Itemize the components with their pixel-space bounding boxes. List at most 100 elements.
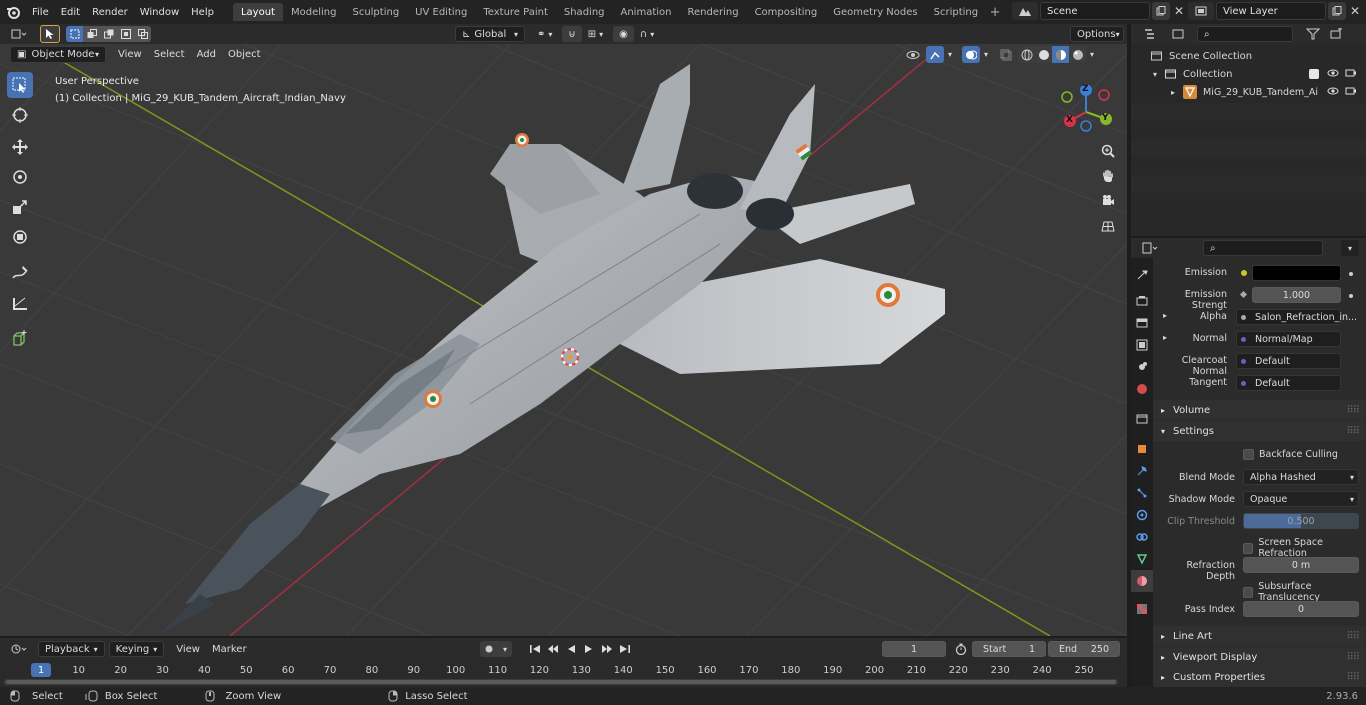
output-tab-icon[interactable] (1131, 312, 1153, 334)
scrollbar-thumb[interactable] (6, 680, 1116, 684)
clip-threshold-slider[interactable]: 0.500 (1243, 513, 1359, 529)
keying-dropdown[interactable]: Keying ▾ (108, 641, 165, 657)
display-mode-icon[interactable] (1167, 26, 1191, 42)
screen-space-refraction-checkbox[interactable]: Screen Space Refraction (1243, 537, 1366, 559)
rendered-shading-icon[interactable] (1069, 46, 1086, 63)
options-dropdown[interactable]: Options ▾ (1070, 26, 1124, 42)
data-tab-icon[interactable] (1131, 548, 1153, 570)
modifier-tab-icon[interactable] (1131, 460, 1153, 482)
render-tab-icon[interactable] (1131, 290, 1153, 312)
scene-icon[interactable] (1012, 2, 1038, 20)
jump-end-icon[interactable] (616, 641, 634, 657)
shadow-mode-dropdown[interactable]: Opaque ▾ (1243, 491, 1359, 507)
pivot-point-dropdown[interactable]: ⚭ ▾ (531, 26, 558, 42)
scale-tool[interactable] (7, 194, 33, 220)
timeline-menu-marker[interactable]: Marker (206, 641, 253, 657)
xray-toggle-icon[interactable] (996, 46, 1016, 63)
3d-viewport[interactable]: User Perspective (1) Collection | MiG_29… (0, 44, 1127, 636)
tab-sculpting[interactable]: Sculpting (344, 3, 407, 21)
keying-options-icon[interactable]: ▾ (498, 641, 512, 657)
drag-handle-icon[interactable]: ⠿⠿ (1346, 631, 1360, 642)
tab-animation[interactable]: Animation (613, 3, 680, 21)
outliner-search-input[interactable]: ⌕ (1197, 26, 1293, 42)
line-art-section-header[interactable]: ▸ Line Art ⠿⠿ (1153, 626, 1365, 646)
timeline-editor-icon[interactable] (6, 641, 32, 657)
outliner-editor-icon[interactable] (1139, 26, 1163, 42)
scene-name-field[interactable]: Scene (1040, 2, 1150, 20)
select-extend-icon[interactable] (83, 26, 100, 42)
emission-color-swatch[interactable] (1252, 265, 1341, 281)
drag-handle-icon[interactable]: ⠿⠿ (1346, 672, 1360, 683)
editor-type-icon[interactable] (6, 25, 32, 43)
pan-hand-icon[interactable] (1097, 165, 1119, 187)
tab-geometry-nodes[interactable]: Geometry Nodes (825, 3, 925, 21)
snap-target-dropdown[interactable]: ⊞ ▾ (582, 26, 609, 42)
object-tab-icon[interactable] (1131, 438, 1153, 460)
perspective-toggle-icon[interactable] (1097, 215, 1119, 237)
tab-texture-paint[interactable]: Texture Paint (475, 3, 556, 21)
menu-view[interactable]: View (112, 47, 148, 63)
camera-view-icon[interactable] (1097, 190, 1119, 212)
menu-select[interactable]: Select (148, 47, 191, 63)
menu-window[interactable]: Window (134, 2, 185, 22)
navigation-gizmo[interactable]: Z Y X (1058, 82, 1118, 142)
play-reverse-icon[interactable] (562, 641, 580, 657)
start-frame-field[interactable]: Start 1 (972, 641, 1046, 657)
tab-rendering[interactable]: Rendering (679, 3, 746, 21)
cursor-tool[interactable] (7, 102, 33, 128)
properties-search-input[interactable]: ⌕ (1203, 240, 1323, 256)
tab-scripting[interactable]: Scripting (926, 3, 986, 21)
auto-keying-icon[interactable] (480, 641, 498, 657)
blend-mode-dropdown[interactable]: Alpha Hashed ▾ (1243, 469, 1359, 485)
view-layer-icon[interactable] (1188, 2, 1214, 20)
playback-dropdown[interactable]: Playback ▾ (38, 641, 105, 657)
constraints-tab-icon[interactable] (1131, 526, 1153, 548)
object-mode-dropdown[interactable]: ▣ Object Mode ▾ (10, 46, 106, 63)
material-tab-icon[interactable] (1131, 570, 1153, 592)
timeline-menu-view[interactable]: View (170, 641, 206, 657)
new-view-layer-icon[interactable] (1328, 2, 1346, 20)
select-tool-button[interactable] (40, 25, 60, 43)
menu-help[interactable]: Help (185, 2, 220, 22)
measure-tool[interactable] (7, 290, 33, 316)
zoom-icon[interactable] (1097, 140, 1119, 162)
settings-section-header[interactable]: ▾ Settings ⠿⠿ (1153, 421, 1365, 441)
menu-edit[interactable]: Edit (55, 2, 86, 22)
visibility-icon[interactable] (900, 46, 926, 63)
volume-section-header[interactable]: ▸ Volume ⠿⠿ (1153, 400, 1365, 420)
refraction-depth-field[interactable]: 0 m (1243, 557, 1359, 573)
new-scene-icon[interactable] (1152, 2, 1170, 20)
gizmo-toggle-icon[interactable] (926, 46, 944, 63)
eye-icon[interactable] (1327, 68, 1339, 78)
eye-icon[interactable] (1327, 86, 1339, 96)
menu-add[interactable]: Add (191, 47, 222, 63)
tab-layout[interactable]: Layout (232, 3, 283, 21)
tab-uv-editing[interactable]: UV Editing (407, 3, 475, 21)
emission-strength-field[interactable]: 1.000 (1252, 287, 1341, 303)
expand-down-icon[interactable]: ▾ (1153, 70, 1165, 79)
annotate-tool[interactable] (7, 260, 33, 286)
add-workspace-icon[interactable]: + (986, 3, 1004, 21)
end-frame-field[interactable]: End 250 (1048, 641, 1120, 657)
material-preview-icon[interactable] (1052, 46, 1069, 63)
select-new-icon[interactable] (66, 26, 83, 42)
physics-tab-icon[interactable] (1131, 504, 1153, 526)
menu-object[interactable]: Object (222, 47, 267, 63)
tangent-field[interactable]: Default (1236, 375, 1341, 391)
jump-start-icon[interactable] (526, 641, 544, 657)
clearcoat-normal-field[interactable]: Default (1236, 353, 1341, 369)
alpha-link-field[interactable]: Salon_Refraction_in... (1236, 309, 1357, 325)
view-layer-field[interactable]: View Layer (1216, 2, 1326, 20)
tab-compositing[interactable]: Compositing (747, 3, 826, 21)
filter-icon[interactable] (1301, 26, 1325, 42)
current-frame-field[interactable]: 1 (882, 641, 946, 657)
camera-icon[interactable] (1345, 86, 1357, 96)
keyframe-dot-icon[interactable] (1349, 294, 1353, 298)
backface-culling-checkbox[interactable]: Backface Culling (1243, 449, 1338, 460)
transform-orientation-dropdown[interactable]: ⊾ Global ▾ (455, 26, 525, 42)
select-box-tool[interactable] (7, 72, 33, 98)
select-subtract-icon[interactable] (100, 26, 117, 42)
custom-properties-section-header[interactable]: ▸ Custom Properties ⠿⠿ (1153, 667, 1365, 687)
select-intersect-icon[interactable] (134, 26, 151, 42)
overlay-dropdown-icon[interactable]: ▾ (980, 46, 992, 63)
